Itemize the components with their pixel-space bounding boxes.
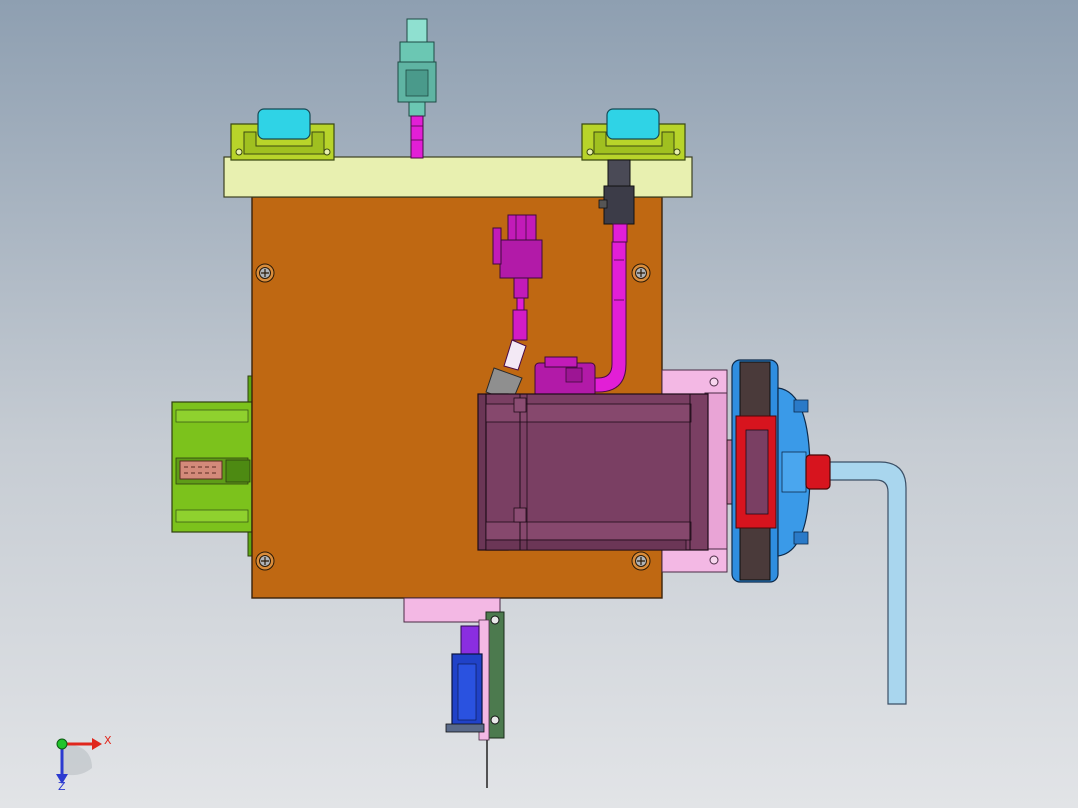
x-axis-arrowhead xyxy=(92,738,102,750)
side-clamp-block[interactable] xyxy=(171,375,255,557)
top-cable-connector[interactable] xyxy=(397,18,437,159)
cable-sleeve xyxy=(512,309,528,341)
drive-pulley[interactable] xyxy=(726,359,811,583)
triad-shadow xyxy=(62,744,92,776)
l-shaped-rod[interactable] xyxy=(819,461,907,705)
screw-top-right xyxy=(631,263,651,283)
sensor-cap xyxy=(460,625,480,657)
rail-slider-right[interactable] xyxy=(581,108,686,161)
screw-bottom-left xyxy=(255,551,275,571)
screw-bottom-right xyxy=(631,551,651,571)
screw-top-left xyxy=(255,263,275,283)
y-axis-origin xyxy=(56,738,68,750)
servo-motor[interactable] xyxy=(477,393,709,551)
motor-connector-housing[interactable] xyxy=(534,356,596,398)
axis-triad[interactable]: X Z xyxy=(40,722,120,794)
assembly-model-view[interactable] xyxy=(0,0,1078,808)
rail-slider-left[interactable] xyxy=(230,108,335,161)
x-axis-label: X xyxy=(104,734,112,747)
output-shaft[interactable] xyxy=(805,454,831,490)
cad-3d-viewport[interactable]: X Z xyxy=(0,0,1078,808)
z-axis-label: Z xyxy=(58,780,66,793)
